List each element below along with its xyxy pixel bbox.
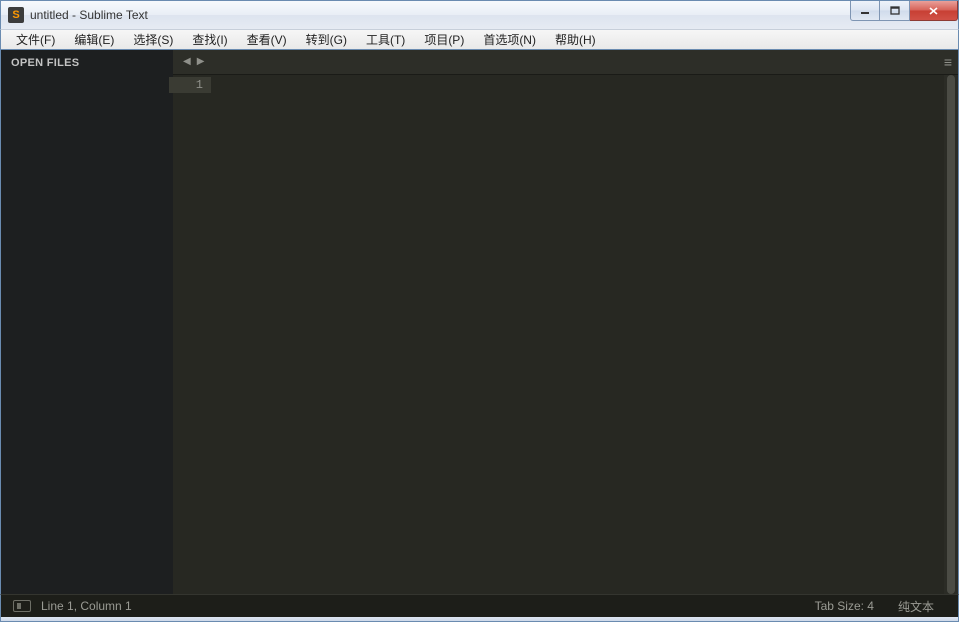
app-icon: S	[8, 7, 24, 23]
tab-size[interactable]: Tab Size: 4	[803, 599, 886, 613]
window-controls	[850, 1, 958, 21]
code-area[interactable]	[211, 75, 958, 594]
menu-project[interactable]: 项目(P)	[415, 29, 474, 50]
vertical-scrollbar[interactable]	[944, 75, 958, 594]
close-button[interactable]	[910, 1, 958, 21]
open-files-label: OPEN FILES	[1, 50, 173, 76]
menu-find[interactable]: 查找(I)	[183, 29, 237, 50]
minimize-button[interactable]	[850, 1, 880, 21]
menu-select[interactable]: 选择(S)	[124, 29, 183, 50]
sidebar: OPEN FILES	[1, 50, 173, 594]
editor-body: 1	[173, 75, 958, 594]
tab-bar: ◀ ▶ ≡	[173, 50, 958, 75]
cursor-position[interactable]: Line 1, Column 1	[41, 599, 144, 613]
window-bottom-frame	[0, 617, 959, 622]
panel-switch-icon[interactable]	[13, 600, 31, 612]
menu-preferences[interactable]: 首选项(N)	[474, 29, 546, 50]
editor-region: ◀ ▶ ≡ 1	[173, 50, 958, 594]
line-number: 1	[169, 77, 211, 93]
app-icon-letter: S	[12, 9, 19, 21]
status-bar: Line 1, Column 1 Tab Size: 4 纯文本	[0, 594, 959, 617]
menu-file[interactable]: 文件(F)	[7, 29, 65, 50]
workspace: OPEN FILES ◀ ▶ ≡ 1	[0, 50, 959, 594]
gutter: 1	[173, 75, 211, 594]
maximize-button[interactable]	[880, 1, 910, 21]
code-line	[211, 75, 958, 91]
menu-goto[interactable]: 转到(G)	[297, 29, 357, 50]
window-title: untitled - Sublime Text	[30, 8, 148, 22]
menu-bar: 文件(F) 编辑(E) 选择(S) 查找(I) 查看(V) 转到(G) 工具(T…	[0, 29, 959, 50]
menu-view[interactable]: 查看(V)	[238, 29, 297, 50]
tab-menu-icon[interactable]: ≡	[944, 55, 952, 69]
menu-help[interactable]: 帮助(H)	[546, 29, 606, 50]
tab-nav: ◀ ▶	[173, 55, 206, 69]
tab-prev-icon[interactable]: ◀	[181, 55, 193, 69]
window-titlebar: S untitled - Sublime Text	[0, 0, 959, 29]
menu-tools[interactable]: 工具(T)	[357, 29, 415, 50]
scrollbar-thumb[interactable]	[947, 75, 955, 594]
menu-edit[interactable]: 编辑(E)	[65, 29, 124, 50]
tab-next-icon[interactable]: ▶	[195, 55, 207, 69]
syntax-mode[interactable]: 纯文本	[886, 598, 946, 615]
